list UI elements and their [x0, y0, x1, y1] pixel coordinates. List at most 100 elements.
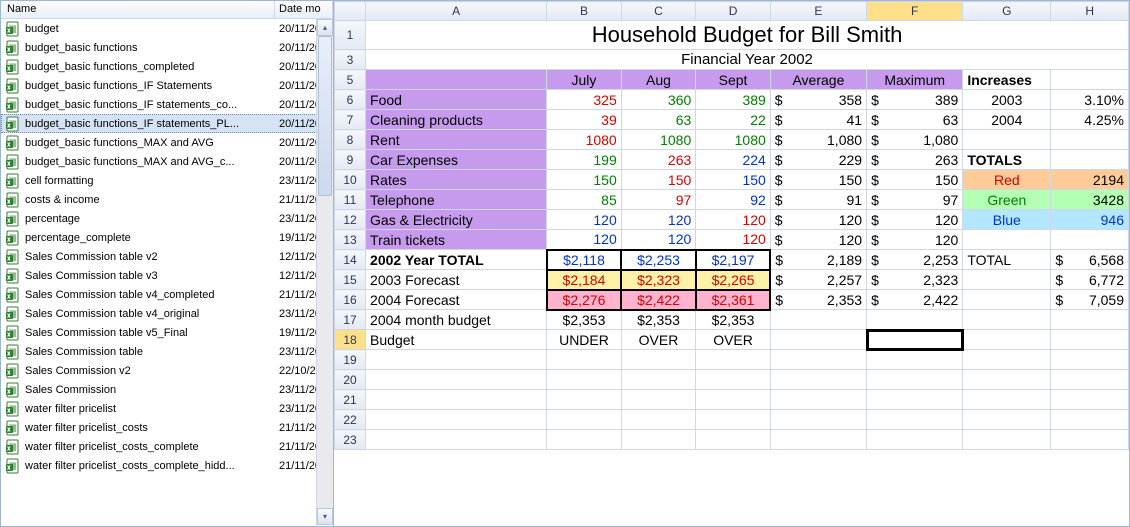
- file-item[interactable]: water filter pricelist_costs21/11/20: [1, 418, 333, 437]
- row-3[interactable]: 3: [335, 50, 366, 70]
- row-18[interactable]: 18: [335, 330, 366, 350]
- file-item[interactable]: water filter pricelist_costs_complete21/…: [1, 437, 333, 456]
- file-name: water filter pricelist_costs_complete_hi…: [25, 460, 279, 472]
- col-G[interactable]: G: [963, 2, 1051, 21]
- column-header-date[interactable]: Date mo: [275, 1, 333, 18]
- excel-file-icon: [5, 192, 21, 208]
- file-list-panel: Name Date mo budget20/11/20budget_basic …: [1, 1, 334, 526]
- scroll-down-button[interactable]: ▾: [317, 508, 333, 525]
- file-name: costs & income: [25, 194, 279, 206]
- row-8[interactable]: 8: [335, 130, 366, 150]
- row-20[interactable]: 20: [335, 370, 366, 390]
- category-label: Gas & Electricity: [366, 211, 546, 229]
- excel-file-icon: [5, 458, 21, 474]
- excel-file-icon: [5, 59, 21, 75]
- col-C[interactable]: C: [621, 2, 696, 21]
- file-item[interactable]: budget_basic functions_MAX and AVG20/11/…: [1, 133, 333, 152]
- row-15[interactable]: 15: [335, 270, 366, 290]
- scroll-up-button[interactable]: ▴: [317, 19, 333, 36]
- row-17[interactable]: 17: [335, 310, 366, 330]
- spreadsheet[interactable]: A B C D E F G H 1 Household Budget for B…: [334, 1, 1129, 526]
- active-cell-F18[interactable]: [867, 330, 963, 350]
- excel-file-icon: [5, 401, 21, 417]
- excel-file-icon: [5, 78, 21, 94]
- file-item[interactable]: percentage_complete19/11/20: [1, 228, 333, 247]
- file-item[interactable]: Sales Commission table v4_original23/11/…: [1, 304, 333, 323]
- row-11[interactable]: 11: [335, 190, 366, 210]
- column-header-row[interactable]: A B C D E F G H: [335, 2, 1129, 21]
- file-item[interactable]: Sales Commission table v312/11/20: [1, 266, 333, 285]
- file-name: Sales Commission table v5_Final: [25, 327, 279, 339]
- col-F[interactable]: F: [867, 2, 963, 21]
- file-item[interactable]: budget_basic functions_IF Statements20/1…: [1, 76, 333, 95]
- file-item[interactable]: costs & income21/11/20: [1, 190, 333, 209]
- increases-label: Increases: [963, 71, 1050, 89]
- file-item[interactable]: budget20/11/20: [1, 19, 333, 38]
- scroll-thumb[interactable]: [318, 36, 332, 196]
- hdr-aug: Aug: [621, 70, 696, 90]
- row-6[interactable]: 6: [335, 90, 366, 110]
- col-D[interactable]: D: [696, 2, 771, 21]
- column-header-name[interactable]: Name: [1, 1, 275, 18]
- file-item[interactable]: budget_basic functions_IF statements_co.…: [1, 95, 333, 114]
- scroll-track[interactable]: [317, 36, 333, 508]
- col-E[interactable]: E: [770, 2, 866, 21]
- file-name: budget_basic functions: [25, 42, 279, 54]
- file-item[interactable]: water filter pricelist_costs_complete_hi…: [1, 456, 333, 475]
- row-5[interactable]: 5: [335, 70, 366, 90]
- sheet-subtitle: Financial Year 2002: [366, 50, 1128, 69]
- row-22[interactable]: 22: [335, 410, 366, 430]
- file-name: budget_basic functions_IF Statements: [25, 80, 279, 92]
- row-1[interactable]: 1: [335, 21, 366, 50]
- row-13[interactable]: 13: [335, 230, 366, 250]
- file-item[interactable]: budget_basic functions20/11/20: [1, 38, 333, 57]
- file-item[interactable]: budget_basic functions_MAX and AVG_c...2…: [1, 152, 333, 171]
- file-name: Sales Commission: [25, 384, 279, 396]
- grid[interactable]: A B C D E F G H 1 Household Budget for B…: [334, 1, 1129, 450]
- excel-file-icon: [5, 230, 21, 246]
- file-list-header[interactable]: Name Date mo: [1, 1, 333, 19]
- excel-file-icon: [5, 439, 21, 455]
- file-item[interactable]: Sales Commission table v4_completed21/11…: [1, 285, 333, 304]
- select-all-corner[interactable]: [335, 2, 366, 21]
- file-item[interactable]: Sales Commission table v212/11/20: [1, 247, 333, 266]
- category-label: Cleaning products: [366, 111, 546, 129]
- col-A[interactable]: A: [366, 2, 547, 21]
- scrollbar-vertical[interactable]: ▴ ▾: [316, 19, 333, 525]
- file-item[interactable]: percentage23/11/20: [1, 209, 333, 228]
- hdr-blank[interactable]: [366, 70, 547, 90]
- file-list[interactable]: budget20/11/20budget_basic functions20/1…: [1, 19, 333, 526]
- file-item[interactable]: budget_basic functions_completed20/11/20: [1, 57, 333, 76]
- file-item[interactable]: Sales Commission23/11/20: [1, 380, 333, 399]
- file-item[interactable]: water filter pricelist23/11/20: [1, 399, 333, 418]
- excel-file-icon: [5, 135, 21, 151]
- row-21[interactable]: 21: [335, 390, 366, 410]
- file-item[interactable]: Sales Commission v222/10/20: [1, 361, 333, 380]
- row-14[interactable]: 14: [335, 250, 366, 270]
- row-16[interactable]: 16: [335, 290, 366, 310]
- row-19[interactable]: 19: [335, 350, 366, 370]
- file-name: percentage_complete: [25, 232, 279, 244]
- file-name: Sales Commission table v4_original: [25, 308, 279, 320]
- file-name: budget_basic functions_completed: [25, 61, 279, 73]
- excel-file-icon: [5, 97, 21, 113]
- row-12[interactable]: 12: [335, 210, 366, 230]
- col-B[interactable]: B: [547, 2, 622, 21]
- file-item[interactable]: cell formatting23/11/20: [1, 171, 333, 190]
- file-name: Sales Commission table v4_completed: [25, 289, 279, 301]
- file-name: Sales Commission table: [25, 346, 279, 358]
- excel-file-icon: [5, 154, 21, 170]
- excel-file-icon: [5, 116, 21, 132]
- col-H[interactable]: H: [1051, 2, 1129, 21]
- row-7[interactable]: 7: [335, 110, 366, 130]
- file-item[interactable]: Sales Commission table v5_Final19/11/20: [1, 323, 333, 342]
- file-name: budget_basic functions_MAX and AVG_c...: [25, 156, 279, 168]
- row-23[interactable]: 23: [335, 430, 366, 450]
- file-item[interactable]: Sales Commission table23/11/20: [1, 342, 333, 361]
- total-2002-label: 2002 Year TOTAL: [366, 251, 546, 269]
- row-9[interactable]: 9: [335, 150, 366, 170]
- row-10[interactable]: 10: [335, 170, 366, 190]
- file-item[interactable]: budget_basic functions_IF statements_PL.…: [1, 114, 333, 133]
- hdr-max: Maximum: [867, 70, 963, 90]
- excel-file-icon: [5, 287, 21, 303]
